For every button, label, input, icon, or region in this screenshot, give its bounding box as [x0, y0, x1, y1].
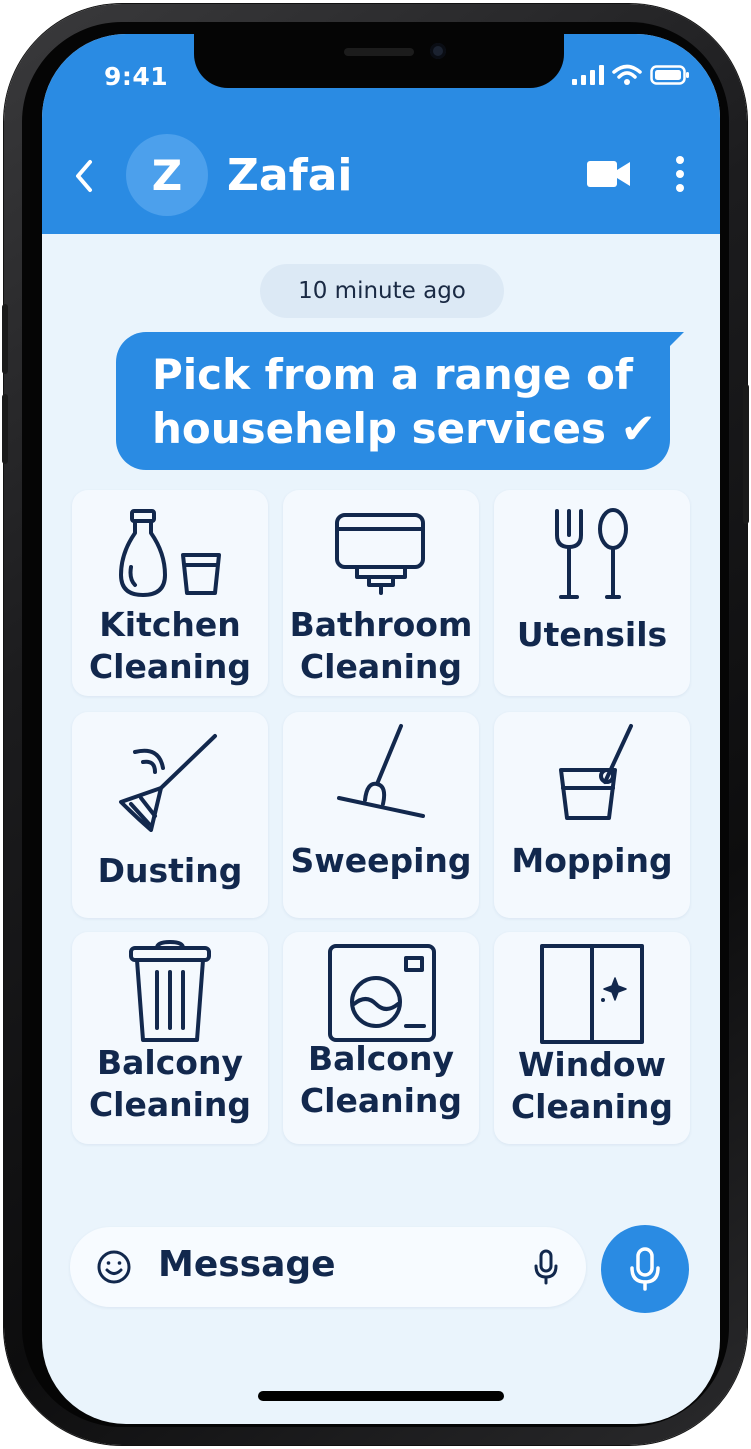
- service-tile-balcony-cleaning-2[interactable]: Balcony Cleaning: [283, 932, 479, 1144]
- mic-icon[interactable]: [534, 1249, 558, 1285]
- service-tile-bathroom-cleaning[interactable]: Bathroom Cleaning: [283, 490, 479, 696]
- window-icon: [539, 944, 645, 1044]
- wifi-icon: [612, 64, 642, 85]
- signal-icon: [572, 65, 604, 85]
- video-call-icon[interactable]: [586, 158, 632, 190]
- message-text-line-2: househelp services ✔: [152, 404, 656, 453]
- front-camera: [430, 43, 446, 59]
- service-tile-utensils[interactable]: Utensils: [494, 490, 690, 696]
- message-text-line-1: Pick from a range of: [152, 350, 634, 399]
- avatar[interactable]: Z: [126, 134, 208, 216]
- message-timestamp: 10 minute ago: [260, 264, 504, 318]
- phone-frame: 9:41 Z Zafai 10 minute ago Pick from a r…: [2, 4, 749, 1445]
- voice-record-button[interactable]: [601, 1225, 689, 1313]
- notch: [194, 34, 564, 88]
- fork-spoon-icon: [547, 504, 637, 604]
- duster-icon: [115, 732, 225, 832]
- mic-icon: [630, 1247, 660, 1291]
- battery-icon: [650, 65, 689, 85]
- status-time: 9:41: [104, 62, 169, 91]
- broom-icon: [331, 722, 431, 822]
- service-tile-mopping[interactable]: Mopping: [494, 712, 690, 918]
- service-label: Utensils: [516, 615, 668, 654]
- service-label: Dusting: [97, 851, 243, 890]
- trash-bin-icon: [125, 940, 215, 1042]
- message-bubble: Pick from a range of househelp services …: [116, 332, 684, 470]
- check-icon: ✔: [620, 404, 656, 453]
- service-tile-sweeping[interactable]: Sweeping: [283, 712, 479, 918]
- washing-machine-icon: [326, 944, 436, 1044]
- service-label: Window Cleaning: [510, 1045, 674, 1126]
- service-tile-dusting[interactable]: Dusting: [72, 712, 268, 918]
- service-label: Mopping: [511, 841, 673, 880]
- service-label: Kitchen Cleaning: [88, 605, 252, 686]
- sink-icon: [331, 504, 431, 604]
- volume-down-button: [2, 394, 8, 464]
- service-label: Bathroom Cleaning: [289, 605, 473, 686]
- power-button: [743, 384, 749, 524]
- contact-name[interactable]: Zafai: [227, 150, 353, 201]
- service-tile-window-cleaning[interactable]: Window Cleaning: [494, 932, 690, 1144]
- speaker: [344, 48, 414, 56]
- back-icon[interactable]: [70, 156, 98, 196]
- volume-up-button: [2, 304, 8, 374]
- kitchen-bottle-glass-icon: [115, 504, 225, 604]
- service-label: Balcony Cleaning: [88, 1043, 252, 1124]
- bubble-tail: [658, 332, 684, 358]
- service-tile-balcony-cleaning[interactable]: Balcony Cleaning: [72, 932, 268, 1144]
- service-label: Sweeping: [290, 841, 472, 880]
- message-input[interactable]: Message: [70, 1227, 586, 1307]
- service-tile-kitchen-cleaning[interactable]: Kitchen Cleaning: [72, 490, 268, 696]
- emoji-icon[interactable]: [96, 1249, 132, 1285]
- mop-bucket-icon: [547, 722, 637, 822]
- message-placeholder: Message: [158, 1244, 336, 1285]
- service-label: Balcony Cleaning: [299, 1039, 463, 1120]
- status-icons: [572, 64, 690, 86]
- home-indicator[interactable]: [258, 1391, 504, 1401]
- screen: 9:41 Z Zafai 10 minute ago Pick from a r…: [42, 34, 720, 1424]
- more-options-icon[interactable]: [672, 154, 688, 194]
